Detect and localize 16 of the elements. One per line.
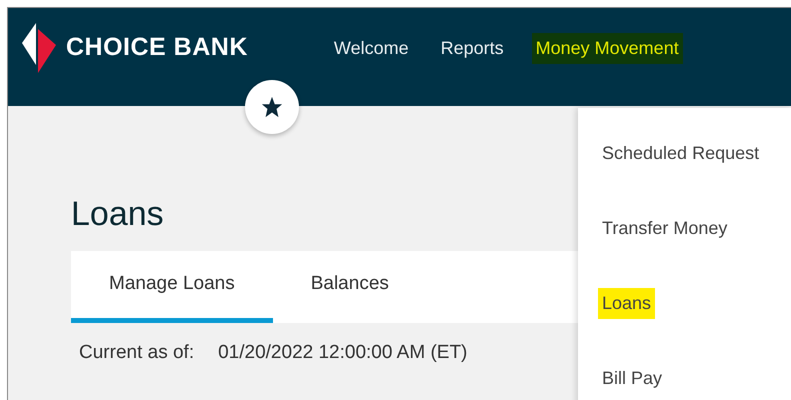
nav-link[interactable]: Money Movement	[532, 32, 683, 64]
current-as-of-value: 01/20/2022 12:00:00 AM (ET)	[218, 340, 468, 365]
nav-link[interactable]: Welcome	[330, 32, 413, 64]
nav-link[interactable]: Reports	[436, 32, 508, 64]
page-title: Loans	[71, 194, 164, 235]
brand-name: CHOICE BANK	[66, 32, 248, 64]
tab[interactable]: Balances	[272, 250, 427, 323]
favorite-button[interactable]	[245, 80, 299, 134]
logo-icon	[22, 21, 58, 75]
tab[interactable]: Manage Loans	[71, 250, 273, 323]
menu-item[interactable]: Bill Pay	[598, 363, 666, 394]
menu-item[interactable]: Transfer Money	[598, 213, 732, 244]
menu-item[interactable]: Scheduled Request	[598, 138, 764, 169]
current-as-of-label: Current as of:	[79, 340, 194, 365]
star-icon	[261, 96, 283, 118]
menu-item[interactable]: Loans	[598, 288, 656, 319]
